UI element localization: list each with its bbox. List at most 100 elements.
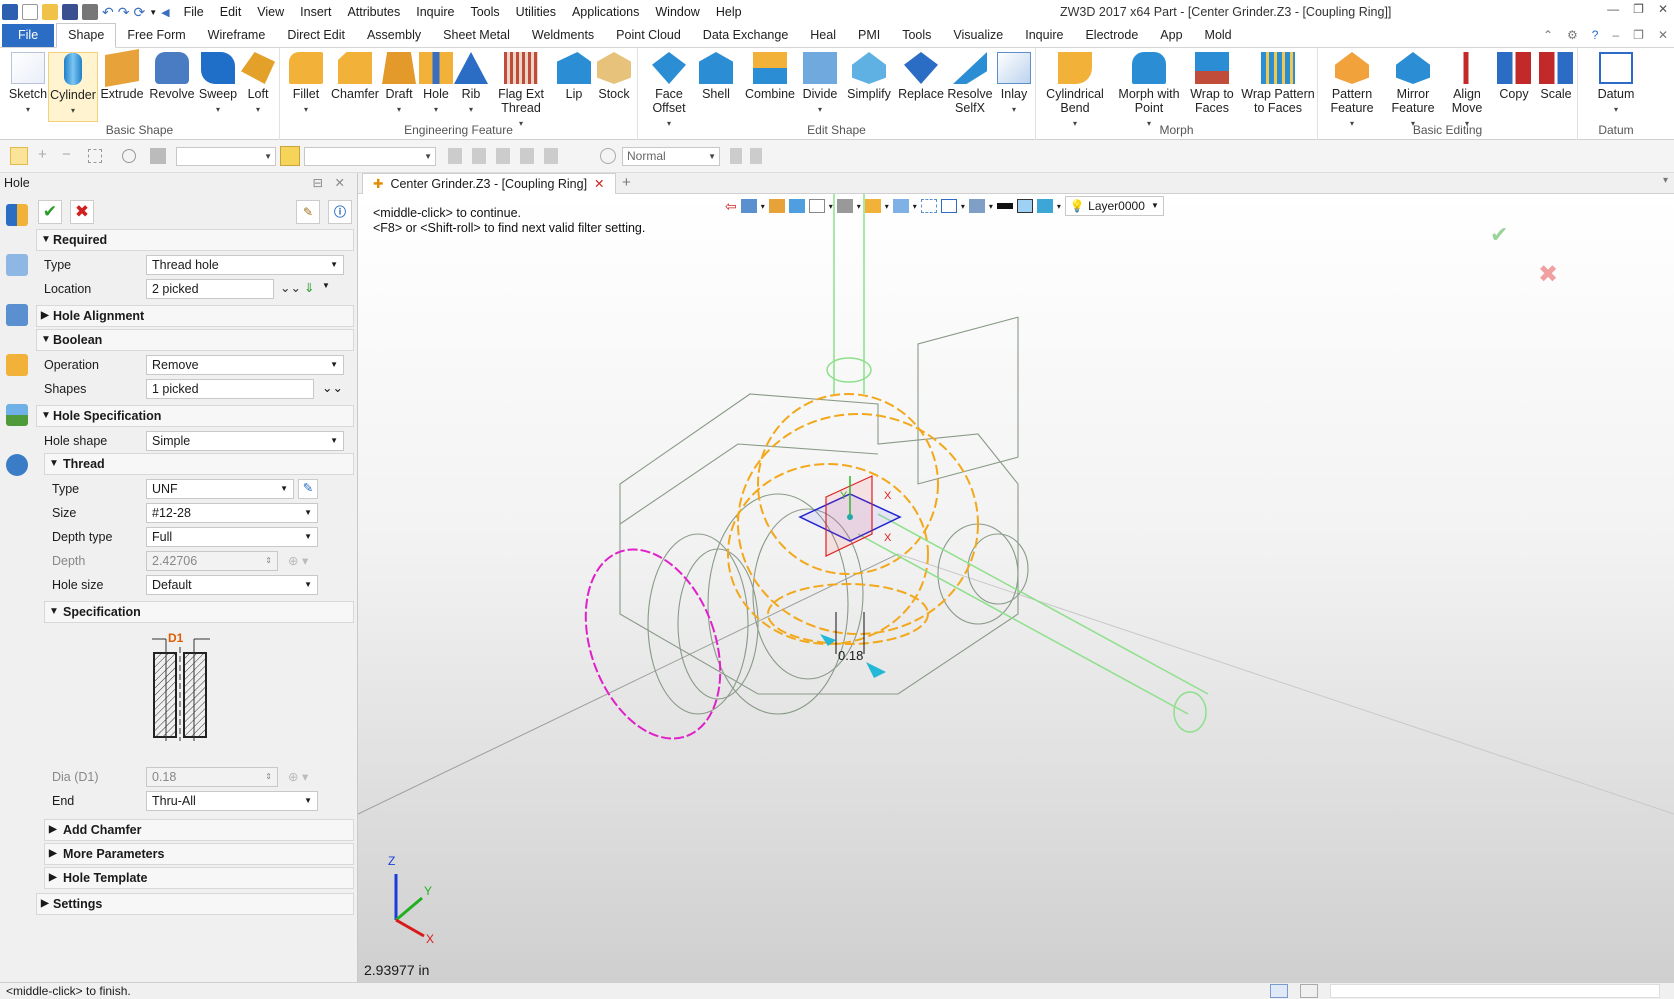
pick-filter-icon[interactable]	[280, 146, 300, 166]
tab-heal[interactable]: Heal	[799, 24, 847, 47]
combine-button[interactable]: Combine	[742, 52, 798, 101]
cancel-x-icon[interactable]: ✖	[70, 200, 94, 224]
simplify-button[interactable]: Simplify	[842, 52, 896, 101]
box-icon[interactable]	[864, 199, 881, 213]
display-icon[interactable]	[968, 199, 985, 213]
scale-button[interactable]: Scale	[1536, 52, 1576, 101]
shade-view-icon[interactable]	[836, 199, 853, 213]
mirror-feature-button[interactable]: Mirror Feature ▾	[1384, 52, 1442, 131]
tab-wireframe[interactable]: Wireframe	[197, 24, 277, 47]
view-orient-icon[interactable]	[740, 199, 757, 213]
menu-help[interactable]: Help	[708, 0, 750, 24]
tab-tools[interactable]: Tools	[891, 24, 942, 47]
flag-ext-thread-button[interactable]: Flag Ext Thread ▾	[488, 52, 554, 131]
hole-shape-select[interactable]: Simple ▼	[146, 431, 344, 451]
box-dropdown[interactable]: ▾	[885, 202, 889, 211]
menu-utilities[interactable]: Utilities	[508, 0, 564, 24]
menu-inquire[interactable]: Inquire	[408, 0, 462, 24]
wire-view-icon[interactable]	[808, 199, 825, 213]
image-icon[interactable]	[5, 404, 28, 426]
location-dropdown-icon[interactable]: ▼	[322, 281, 330, 290]
menu-file[interactable]: File	[176, 0, 212, 24]
filter-icon[interactable]	[150, 148, 166, 164]
tab-electrode[interactable]: Electrode	[1074, 24, 1149, 47]
repeat-icon[interactable]: ⟳	[133, 4, 145, 21]
pick-combo[interactable]: ▼	[304, 147, 436, 166]
exit-icon[interactable]: ⇦	[725, 198, 737, 215]
restore-icon[interactable]: ❐	[1633, 2, 1644, 16]
doc-close-icon[interactable]: ✕	[1658, 28, 1668, 42]
display-dropdown[interactable]: ▾	[989, 202, 993, 211]
render-mode-icon[interactable]	[600, 148, 616, 164]
document-tab[interactable]: ✚ Center Grinder.Z3 - [Coupling Ring] ✕	[362, 173, 616, 194]
snap-tools-icon[interactable]	[448, 148, 558, 164]
section-boolean[interactable]: ▼ Boolean	[36, 329, 354, 351]
stock-button[interactable]: Stock	[594, 52, 634, 101]
thread-type-select[interactable]: UNF ▼	[146, 479, 294, 499]
shade-view-dropdown[interactable]: ▾	[857, 202, 861, 211]
resolve-selfx-button[interactable]: Resolve SelfX	[946, 52, 994, 115]
view-orient-dropdown[interactable]: ▾	[761, 202, 765, 211]
tab-data-exchange[interactable]: Data Exchange	[692, 24, 799, 47]
history-tree-icon[interactable]	[5, 254, 28, 276]
inlay-button[interactable]: Inlay ▾	[994, 52, 1034, 117]
end-select[interactable]: Thru-All ▼	[146, 791, 318, 811]
tab-point-cloud[interactable]: Point Cloud	[605, 24, 692, 47]
paint-icon[interactable]	[768, 199, 785, 213]
chamfer-button[interactable]: Chamfer	[330, 52, 380, 101]
face-offset-button[interactable]: Face Offset ▾	[646, 52, 692, 131]
ok-check-icon[interactable]: ✔	[38, 200, 62, 224]
revolve-button[interactable]: Revolve	[148, 52, 196, 101]
3d-viewport[interactable]: <middle-click> to continue. <F8> or <Shi…	[358, 194, 1674, 982]
cylinder-button[interactable]: Cylinder ▾	[48, 52, 98, 122]
section-settings[interactable]: ▶ Settings	[36, 893, 354, 915]
collapse-ribbon-icon[interactable]: ⌃	[1543, 28, 1553, 42]
layer-stack-dropdown[interactable]: ▾	[1057, 202, 1061, 211]
draft-button[interactable]: Draft ▾	[380, 52, 418, 117]
tab-file[interactable]: File	[2, 24, 55, 47]
align-move-button[interactable]: Align Move ▾	[1444, 52, 1490, 131]
back-icon[interactable]: ◀	[161, 6, 169, 19]
menu-view[interactable]: View	[249, 0, 292, 24]
section-add-chamfer[interactable]: ▶ Add Chamfer	[44, 819, 354, 841]
new-file-icon[interactable]	[22, 4, 38, 20]
depth-type-select[interactable]: Full ▼	[146, 527, 318, 547]
section-hole-template[interactable]: ▶ Hole Template	[44, 867, 354, 889]
location-expand-icon[interactable]: ⌄⌄	[280, 280, 301, 295]
qa-dropdown-icon[interactable]: ▼	[149, 8, 157, 17]
panel-close-icon[interactable]: ✕	[335, 173, 345, 193]
section-hole-specification[interactable]: ▼ Hole Specification	[36, 405, 354, 427]
close-icon[interactable]: ✕	[1658, 2, 1668, 16]
shapes-field[interactable]: 1 picked	[146, 379, 314, 399]
menu-edit[interactable]: Edit	[212, 0, 250, 24]
minimize-icon[interactable]: —	[1607, 2, 1619, 16]
doc-minimize-icon[interactable]: –	[1612, 28, 1619, 42]
line-weight-icon[interactable]	[996, 203, 1013, 209]
cube-view-icon[interactable]	[788, 199, 805, 213]
replace-button[interactable]: Replace	[896, 52, 946, 101]
section-hole-alignment[interactable]: ▶ Hole Alignment	[36, 305, 354, 327]
print-icon[interactable]	[82, 4, 98, 20]
section-thread[interactable]: ▼ Thread	[44, 453, 354, 475]
sweep-button[interactable]: Sweep ▾	[196, 52, 240, 117]
tab-list-icon[interactable]: ▾	[1663, 175, 1668, 186]
undo-icon[interactable]: ↶	[102, 4, 114, 21]
extrude-button[interactable]: Extrude	[100, 49, 144, 101]
layer-select[interactable]: 💡 Layer0000 ▼	[1064, 196, 1164, 216]
save-icon[interactable]	[62, 4, 78, 20]
divide-button[interactable]: Divide ▾	[798, 52, 842, 117]
new-tab-icon[interactable]: +	[622, 174, 631, 191]
wrap-pattern-to-faces-button[interactable]: Wrap Pattern to Faces	[1240, 52, 1316, 115]
lasso-icon[interactable]	[122, 149, 136, 163]
lip-button[interactable]: Lip	[554, 52, 594, 101]
tab-app[interactable]: App	[1149, 24, 1193, 47]
zoom-icon[interactable]	[892, 199, 909, 213]
operation-select[interactable]: Remove ▼	[146, 355, 344, 375]
thread-table-icon[interactable]: ✎	[298, 479, 318, 499]
fillet-button[interactable]: Fillet ▾	[286, 52, 326, 117]
type-select[interactable]: Thread hole ▼	[146, 255, 344, 275]
info-icon[interactable]: ⓘ	[328, 200, 352, 224]
status-view-icon[interactable]	[1270, 984, 1288, 998]
plus-icon[interactable]: +	[38, 146, 47, 163]
shell-button[interactable]: Shell	[694, 52, 738, 101]
